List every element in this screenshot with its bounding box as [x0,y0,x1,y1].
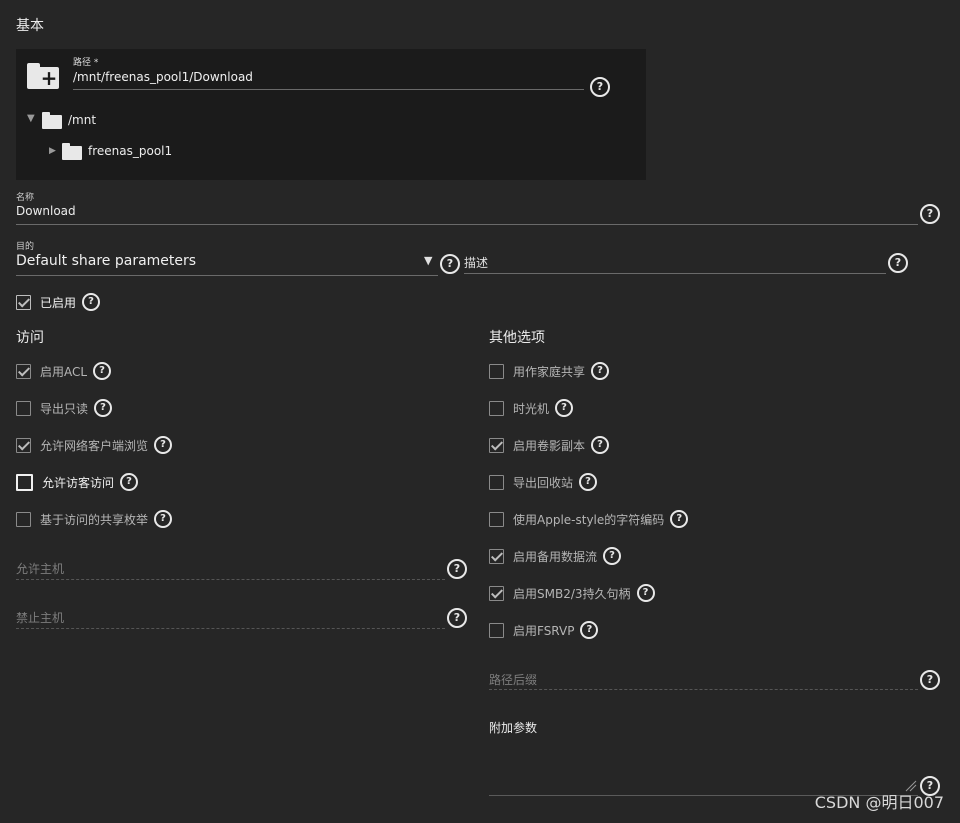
help-icon[interactable]: ? [670,510,689,528]
section-title-other: 其他选项 [489,330,545,346]
guest-checkbox-row[interactable]: 允许访客访问 ? [16,473,139,491]
readonly-checkbox-row[interactable]: 导出只读 ? [16,399,113,417]
checkbox[interactable] [489,363,504,379]
path-input[interactable]: /mnt/freenas_pool1/Download [73,70,253,84]
name-underline [16,224,918,225]
checkbox[interactable] [489,400,504,416]
checkbox[interactable] [489,622,504,638]
checkbox[interactable] [489,548,504,564]
checkbox-label: 使用Apple-style的字符编码 [513,512,665,527]
checkbox-label: 启用ACL [40,364,88,379]
checkbox[interactable] [16,511,31,527]
hosts-allow-underline [16,579,445,580]
checkbox[interactable] [489,511,504,527]
checkbox-label: 启用卷影副本 [513,438,586,453]
fsrvp-checkbox-row[interactable]: 启用FSRVP ? [489,621,599,639]
timemachine-checkbox-row[interactable]: 时光机 ? [489,399,574,417]
chevron-down-icon[interactable]: ▼ [424,254,432,267]
help-icon[interactable]: ? [888,253,908,273]
path-suffix-underline [489,689,918,690]
description-underline [464,273,886,274]
streams-checkbox-row[interactable]: 启用备用数据流 ? [489,547,622,565]
help-icon[interactable]: ? [93,362,112,380]
recycle-bin-checkbox-row[interactable]: 导出回收站 ? [489,473,598,491]
help-icon[interactable]: ? [447,559,467,579]
aux-params-textarea[interactable] [489,738,918,794]
path-explorer: + 路径 * /mnt/freenas_pool1/Download ▼ /mn… [16,49,646,180]
checkbox[interactable] [16,294,31,310]
checkbox-label: 用作家庭共享 [513,364,586,379]
abe-checkbox-row[interactable]: 基于访问的共享枚举 ? [16,510,173,528]
help-icon[interactable]: ? [580,621,599,639]
tree-expand-toggle-icon[interactable]: ▼ [27,113,35,124]
help-icon[interactable]: ? [82,293,101,311]
tree-expand-toggle-icon[interactable]: ▶ [49,146,56,156]
path-label: 路径 * [73,58,99,68]
tree-node-mnt[interactable]: /mnt [68,113,96,127]
durable-handles-checkbox-row[interactable]: 启用SMB2/3持久句柄 ? [489,584,655,602]
name-label: 名称 [16,193,35,203]
browsable-checkbox-row[interactable]: 允许网络客户端浏览 ? [16,436,173,454]
checkbox-label: 允许访客访问 [42,475,115,490]
help-icon[interactable]: ? [440,254,460,274]
help-icon[interactable]: ? [120,473,139,491]
help-icon[interactable]: ? [579,473,598,491]
checkbox[interactable] [16,473,33,491]
checkbox[interactable] [489,474,504,490]
folder-plus-icon[interactable]: + [27,63,59,89]
purpose-label: 目的 [16,242,35,252]
name-input[interactable]: Download [16,204,76,218]
apple-encoding-checkbox-row[interactable]: 使用Apple-style的字符编码 ? [489,510,689,528]
help-icon[interactable]: ? [603,547,622,565]
help-icon[interactable]: ? [154,510,173,528]
path-input-underline [73,89,584,90]
folder-icon [42,112,62,129]
help-icon[interactable]: ? [590,77,610,97]
section-title-basic: 基本 [16,18,44,34]
watermark: CSDN @明日007 [814,793,944,812]
hosts-deny-underline [16,628,445,629]
folder-icon [62,143,82,160]
description-input[interactable]: 描述 [464,254,488,271]
help-icon[interactable]: ? [920,670,940,690]
shadow-copy-checkbox-row[interactable]: 启用卷影副本 ? [489,436,610,454]
checkbox[interactable] [16,437,31,453]
section-title-access: 访问 [16,330,44,346]
checkbox-label: 启用FSRVP [513,623,575,638]
checkbox[interactable] [16,363,31,379]
acl-checkbox-row[interactable]: 启用ACL ? [16,362,112,380]
purpose-underline [16,275,438,276]
path-suffix-input[interactable]: 路径后缀 [489,671,537,688]
checkbox[interactable] [489,437,504,453]
help-icon[interactable]: ? [447,608,467,628]
checkbox-label: 允许网络客户端浏览 [40,438,149,453]
checkbox-label: 启用备用数据流 [513,549,598,564]
help-icon[interactable]: ? [154,436,173,454]
purpose-select[interactable]: Default share parameters [16,253,196,269]
help-icon[interactable]: ? [636,584,655,602]
help-icon[interactable]: ? [591,362,610,380]
tree-node-pool[interactable]: freenas_pool1 [88,144,172,158]
help-icon[interactable]: ? [920,204,940,224]
checkbox-label: 启用SMB2/3持久句柄 [513,586,631,601]
checkbox-label: 导出回收站 [513,475,574,490]
home-share-checkbox-row[interactable]: 用作家庭共享 ? [489,362,610,380]
help-icon[interactable]: ? [591,436,610,454]
checkbox-label: 导出只读 [40,401,89,416]
hosts-allow-input[interactable]: 允许主机 [16,560,64,577]
checkbox-label: 时光机 [513,401,550,416]
enabled-checkbox-row[interactable]: 已启用 ? [16,293,101,311]
aux-params-label: 附加参数 [489,721,538,735]
hosts-deny-input[interactable]: 禁止主机 [16,609,64,626]
checkbox[interactable] [16,400,31,416]
checkbox-label: 基于访问的共享枚举 [40,512,149,527]
help-icon[interactable]: ? [555,399,574,417]
help-icon[interactable]: ? [94,399,113,417]
checkbox[interactable] [489,585,504,601]
enabled-label: 已启用 [40,295,77,310]
